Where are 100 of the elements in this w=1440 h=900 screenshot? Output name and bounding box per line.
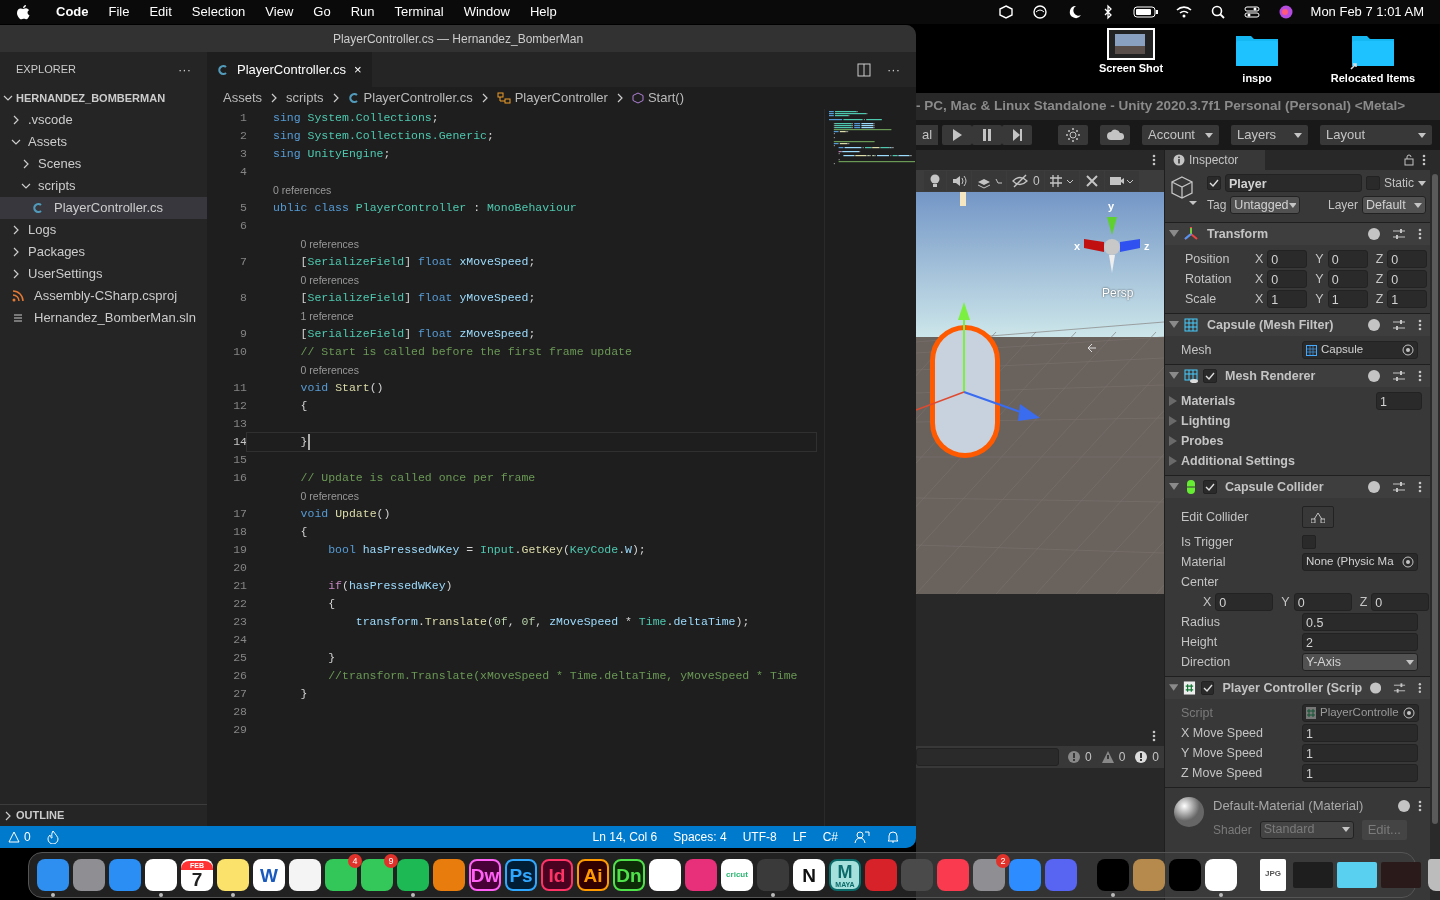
breadcrumb-item[interactable]: Assets <box>223 88 262 108</box>
tools-button[interactable] <box>1079 171 1104 191</box>
app-icon[interactable] <box>1205 859 1237 891</box>
file-tree-item[interactable]: Scenes <box>0 153 207 175</box>
coordinate-field[interactable]: 1 <box>1267 290 1308 308</box>
coordinate-field[interactable]: 0 <box>1327 250 1368 268</box>
codelens-link[interactable]: 0 references <box>300 274 359 286</box>
component-enabled-checkbox[interactable] <box>1201 681 1215 695</box>
play-control-button[interactable] <box>1002 125 1033 145</box>
breadcrumb-item[interactable]: Start() <box>647 88 684 108</box>
apple-logo-icon[interactable] <box>16 4 30 20</box>
app-icon[interactable]: Dn <box>613 859 645 891</box>
console-search-field[interactable] <box>916 748 1059 766</box>
codelens-link[interactable]: 1 reference <box>300 310 354 322</box>
toolbar-dropdown[interactable]: Layers <box>1231 125 1308 145</box>
grid-button[interactable] <box>1044 171 1079 191</box>
help-icon[interactable] <box>1370 682 1382 694</box>
thumbnail-icon[interactable] <box>1381 862 1421 888</box>
app-icon[interactable]: Ps <box>505 859 537 891</box>
kebab-menu-icon[interactable] <box>1152 730 1156 742</box>
close-icon[interactable]: × <box>354 59 362 80</box>
codelens-link[interactable]: 0 references <box>300 238 359 250</box>
codelens-link[interactable]: 0 references <box>273 184 332 196</box>
battery-icon[interactable] <box>1132 4 1159 20</box>
kebab-menu-icon[interactable] <box>1418 370 1422 382</box>
app-menu[interactable]: Code <box>46 2 99 22</box>
breadcrumb-item[interactable]: PlayerController.cs <box>363 88 473 108</box>
status-bar-item[interactable]: LF <box>784 828 815 846</box>
kebab-menu-icon[interactable] <box>1422 154 1426 166</box>
app-icon[interactable] <box>289 859 321 891</box>
menu-item[interactable]: Run <box>340 2 385 22</box>
foldout-label[interactable]: Lighting <box>1181 411 1422 431</box>
component-header[interactable]: Capsule (Mesh Filter) <box>1165 313 1430 336</box>
breadcrumb-item[interactable]: PlayerController <box>514 88 608 108</box>
play-control-button[interactable] <box>942 125 973 145</box>
services-button[interactable] <box>1058 125 1088 145</box>
cube-icon[interactable] <box>996 4 1015 20</box>
more-actions-button[interactable]: ··· <box>178 59 191 80</box>
number-field[interactable]: 1 <box>1302 724 1418 742</box>
array-size-field[interactable]: 1 <box>1376 392 1422 410</box>
desktop-item-label[interactable]: Relocated Items <box>1318 70 1428 87</box>
thumbnail-icon[interactable] <box>1293 862 1333 888</box>
foldout-label[interactable]: Additional Settings <box>1181 451 1422 471</box>
codelens-link[interactable]: 0 references <box>300 364 359 376</box>
component-header[interactable]: Capsule Collider <box>1165 475 1430 498</box>
file-tree-item[interactable]: Packages <box>0 241 207 263</box>
tag-dropdown[interactable]: Untagged <box>1230 196 1301 214</box>
bell-icon[interactable] <box>886 830 900 844</box>
object-field[interactable]: Capsule <box>1302 341 1418 359</box>
kebab-menu-icon[interactable] <box>1152 154 1156 166</box>
lighting-button[interactable] <box>924 171 946 191</box>
file-tree-item[interactable]: scripts <box>0 175 207 197</box>
status-bar-item[interactable]: Ln 14, Col 6 <box>584 828 666 846</box>
codelens-link[interactable]: 0 references <box>300 490 359 502</box>
coordinate-field[interactable]: 1 <box>1387 290 1428 308</box>
component-header[interactable]: Transform <box>1165 222 1430 245</box>
coordinate-field[interactable]: 0 <box>1371 593 1430 611</box>
camera-button[interactable] <box>1104 171 1139 191</box>
help-icon[interactable] <box>1368 228 1380 240</box>
component-header[interactable]: Mesh Renderer <box>1165 364 1430 387</box>
coordinate-field[interactable]: 0 <box>1267 250 1308 268</box>
direction-dropdown[interactable]: Y-Axis <box>1302 653 1418 671</box>
wifi-icon[interactable] <box>1174 4 1193 20</box>
preset-sliders-icon[interactable] <box>1392 228 1406 240</box>
number-field[interactable]: 2 <box>1302 633 1418 651</box>
app-icon[interactable] <box>361 859 393 891</box>
kebab-menu-icon[interactable] <box>1418 682 1422 694</box>
file-icon[interactable]: JPG <box>1260 859 1286 891</box>
app-icon[interactable]: Ai <box>577 859 609 891</box>
kebab-menu-icon[interactable] <box>1418 481 1422 493</box>
app-icon[interactable] <box>397 859 429 891</box>
help-icon[interactable] <box>1398 799 1410 812</box>
menu-item[interactable]: View <box>255 2 304 22</box>
file-tree-item[interactable]: Hernandez_BomberMan.sln <box>0 307 207 329</box>
coordinate-field[interactable]: 0 <box>1327 270 1368 288</box>
toolbar-dropdown[interactable]: Account <box>1142 125 1219 145</box>
audio-button[interactable] <box>947 171 971 191</box>
help-icon[interactable] <box>1368 370 1380 382</box>
feedback-icon[interactable] <box>854 830 870 844</box>
breadcrumb-item[interactable]: scripts <box>286 88 324 108</box>
number-field[interactable]: 1 <box>1302 744 1418 762</box>
status-bar-item[interactable]: Spaces: 4 <box>665 828 735 846</box>
coordinate-field[interactable]: 0 <box>1387 270 1428 288</box>
thumbnail-icon[interactable] <box>1337 862 1377 888</box>
file-tree-item[interactable]: Assembly-CSharp.csproj <box>0 285 207 307</box>
coordinate-field[interactable]: 0 <box>1293 593 1352 611</box>
file-tree-item[interactable]: PlayerController.cs <box>0 197 207 219</box>
status-bar-item[interactable]: UTF-8 <box>734 828 785 846</box>
desktop-item-label[interactable]: Screen Shot <box>1076 60 1186 77</box>
static-dropdown[interactable]: Static <box>1384 174 1426 192</box>
number-field[interactable]: 0.5 <box>1302 613 1418 631</box>
desktop-item-label[interactable]: inspo <box>1202 70 1312 87</box>
menu-item[interactable]: Selection <box>181 2 256 22</box>
status-bar-item[interactable]: C# <box>814 828 846 846</box>
project-header[interactable]: HERNANDEZ_BOMBERMAN <box>0 87 207 109</box>
coordinate-field[interactable]: 0 <box>1215 593 1274 611</box>
app-icon[interactable] <box>433 859 465 891</box>
foldout-label[interactable]: Probes <box>1181 431 1422 451</box>
preset-sliders-icon[interactable] <box>1392 481 1406 493</box>
layer-dropdown[interactable]: Default <box>1362 196 1426 214</box>
